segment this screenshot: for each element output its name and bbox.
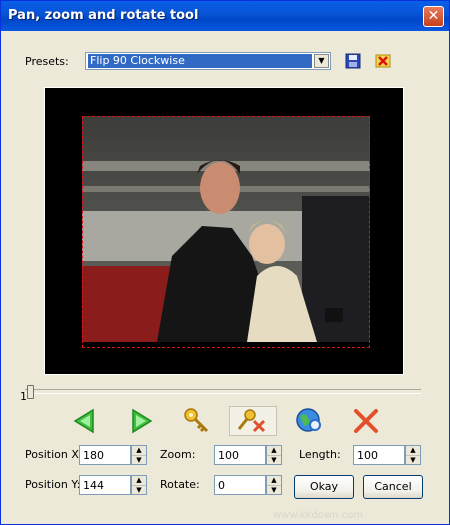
zoom-label: Zoom:	[160, 448, 196, 461]
slider-value: 1	[20, 390, 27, 403]
rotate-label: Rotate:	[160, 478, 200, 491]
close-button[interactable]: ✕	[423, 6, 444, 27]
window-title: Pan, zoom and rotate tool	[8, 8, 199, 23]
up-arrow-icon[interactable]: ▲	[267, 476, 281, 486]
next-keyframe-button[interactable]	[126, 406, 156, 436]
up-arrow-icon[interactable]: ▲	[132, 476, 146, 486]
dialog-window: Pan, zoom and rotate tool ✕ Presets: Fli…	[0, 0, 450, 525]
delete-x-icon	[375, 54, 391, 68]
length-label: Length:	[299, 448, 341, 461]
down-arrow-icon[interactable]: ▼	[267, 456, 281, 465]
position-x-label: Position X:	[25, 448, 83, 461]
chevron-down-icon[interactable]: ▼	[314, 54, 329, 68]
previous-keyframe-button[interactable]	[70, 406, 100, 436]
position-x-input[interactable]	[80, 446, 130, 464]
length-field[interactable]	[353, 445, 405, 465]
position-x-field[interactable]	[79, 445, 131, 465]
down-arrow-icon[interactable]: ▼	[267, 486, 281, 495]
delete-preset-button[interactable]	[374, 52, 392, 70]
title-bar[interactable]: Pan, zoom and rotate tool ✕	[1, 1, 449, 31]
cancel-x-icon	[354, 409, 378, 433]
position-y-stepper[interactable]: ▲ ▼	[131, 475, 147, 495]
presets-label: Presets:	[25, 55, 69, 68]
zoom-field[interactable]	[214, 445, 266, 465]
delete-keyframe-button[interactable]	[229, 406, 277, 436]
close-icon: ✕	[427, 8, 440, 24]
position-y-label: Position Y:	[25, 478, 81, 491]
down-arrow-icon[interactable]: ▼	[406, 456, 420, 465]
up-arrow-icon[interactable]: ▲	[267, 446, 281, 456]
timeline-slider-thumb[interactable]	[27, 385, 34, 399]
zoom-globe-button[interactable]	[294, 406, 324, 436]
up-arrow-icon[interactable]: ▲	[132, 446, 146, 456]
crop-frame[interactable]	[82, 116, 370, 348]
position-y-input[interactable]	[80, 476, 130, 494]
up-arrow-icon[interactable]: ▲	[406, 446, 420, 456]
globe-zoom-icon	[296, 408, 321, 432]
watermark: www.kkdown.com	[273, 510, 363, 521]
position-x-stepper[interactable]: ▲ ▼	[131, 445, 147, 465]
arrow-right-icon	[132, 408, 153, 434]
zoom-input[interactable]	[215, 446, 265, 464]
rotate-stepper[interactable]: ▲ ▼	[266, 475, 282, 495]
image-preview[interactable]	[44, 87, 404, 375]
save-preset-button[interactable]	[344, 52, 362, 70]
zoom-stepper[interactable]: ▲ ▼	[266, 445, 282, 465]
position-y-field[interactable]	[79, 475, 131, 495]
timeline-slider-track[interactable]	[25, 389, 421, 394]
presets-dropdown[interactable]: Flip 90 Clockwise ▼	[85, 52, 331, 70]
down-arrow-icon[interactable]: ▼	[132, 456, 146, 465]
arrow-left-icon	[73, 408, 94, 434]
length-stepper[interactable]: ▲ ▼	[405, 445, 421, 465]
presets-selected-value: Flip 90 Clockwise	[88, 54, 312, 68]
reset-button[interactable]	[351, 406, 381, 436]
key-delete-icon	[237, 409, 266, 433]
okay-button[interactable]: Okay	[294, 475, 354, 499]
length-input[interactable]	[354, 446, 404, 464]
down-arrow-icon[interactable]: ▼	[132, 486, 146, 495]
rotate-field[interactable]	[214, 475, 266, 495]
floppy-save-icon	[345, 53, 361, 69]
add-keyframe-button[interactable]	[181, 406, 211, 436]
rotate-input[interactable]	[215, 476, 265, 494]
cancel-button[interactable]: Cancel	[363, 475, 423, 499]
key-icon	[184, 408, 209, 433]
